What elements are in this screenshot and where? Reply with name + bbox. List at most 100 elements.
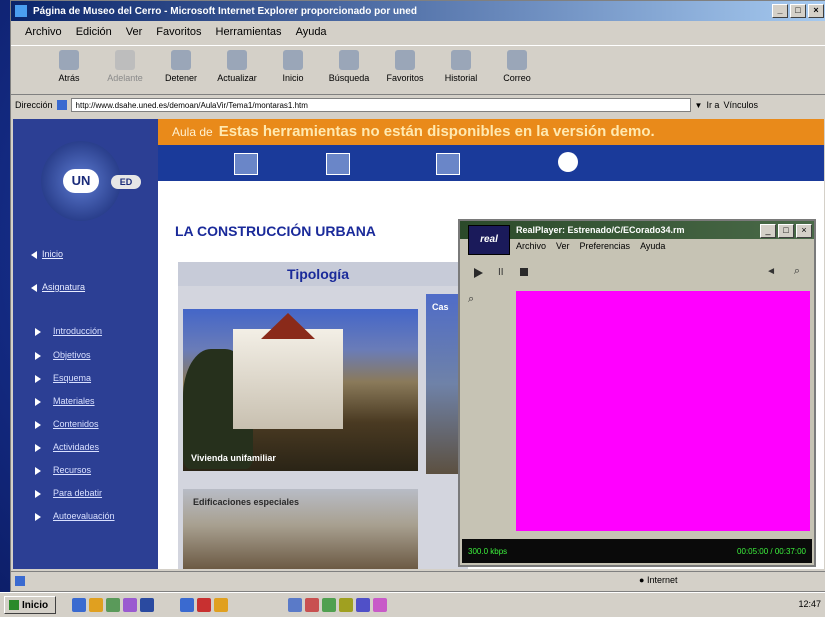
nav-item-contenidos[interactable]: Contenidos <box>35 419 99 429</box>
nav-link-inicio[interactable]: Inicio <box>31 249 63 259</box>
search-button[interactable]: Búsqueda <box>321 46 377 83</box>
favorites-icon <box>395 50 415 70</box>
refresh-button[interactable]: Actualizar <box>209 46 265 83</box>
tray-icon[interactable] <box>305 598 319 612</box>
bullet-arrow-icon <box>35 466 41 475</box>
tray-icon[interactable] <box>322 598 336 612</box>
address-label: Dirección <box>15 100 53 110</box>
menu-ayuda[interactable]: Ayuda <box>296 26 327 38</box>
ie-quicklaunch-icon[interactable] <box>72 598 86 612</box>
address-input[interactable]: http://www.dsahe.uned.es/demoan/AulaVir/… <box>70 98 691 112</box>
rp-menu-archivo[interactable]: Archivo <box>516 241 546 251</box>
realplayer-menu: Archivo Ver Preferencias Ayuda <box>516 241 665 251</box>
history-button[interactable]: Historial <box>433 46 489 83</box>
volume-icon[interactable]: ◄ <box>766 266 776 277</box>
rp-close-button[interactable]: × <box>796 224 812 238</box>
go-button[interactable]: Ir a <box>706 100 719 110</box>
photo-caption: Vivienda unifamiliar <box>191 453 276 463</box>
pause-icon[interactable]: II <box>498 267 504 278</box>
minimize-button[interactable]: _ <box>772 4 788 18</box>
nav-item-esquema[interactable]: Esquema <box>35 373 91 383</box>
menu-favoritos[interactable]: Favoritos <box>156 26 201 38</box>
tray-icon[interactable] <box>288 598 302 612</box>
home-icon <box>283 50 303 70</box>
photo-caption: Cas <box>432 302 449 312</box>
nav-item-materiales[interactable]: Materiales <box>35 396 95 406</box>
mail-icon <box>507 50 527 70</box>
history-icon <box>451 50 471 70</box>
menu-herramientas[interactable]: Herramientas <box>216 26 282 38</box>
logo-ed: ED <box>111 175 141 189</box>
start-button[interactable]: Inicio <box>4 596 56 614</box>
zoom-icon[interactable]: ⌕ <box>794 265 800 278</box>
play-icon[interactable] <box>474 268 483 278</box>
bitrate-text: 300.0 kbps <box>468 546 508 556</box>
banner-text: Estas herramientas no están disponibles … <box>218 123 655 140</box>
page-title: LA CONSTRUCCIÓN URBANA <box>175 223 376 239</box>
stop-icon <box>171 50 191 70</box>
roof-shape <box>261 313 315 339</box>
app-quicklaunch-icon[interactable] <box>123 598 137 612</box>
realplayer-logo: real <box>468 225 510 255</box>
demo-banner: Aula de Estas herramientas no están dispo… <box>158 119 824 145</box>
book-icon[interactable] <box>436 153 460 175</box>
back-button[interactable]: Atrás <box>41 46 97 83</box>
video-area[interactable] <box>516 291 810 531</box>
nav-item-objetivos[interactable]: Objetivos <box>35 350 91 360</box>
bullet-arrow-icon <box>35 327 41 336</box>
menu-bar: Archivo Edición Ver Favoritos Herramient… <box>11 21 825 43</box>
calendar-icon[interactable] <box>234 153 258 175</box>
menu-ver[interactable]: Ver <box>126 26 143 38</box>
clip-info-icon[interactable]: ⌕ <box>468 293 474 306</box>
stop-icon[interactable] <box>520 268 528 276</box>
stop-button[interactable]: Detener <box>153 46 209 83</box>
page-icon <box>56 100 67 110</box>
realplayer-controls: II ◄ ⌕ <box>468 265 806 281</box>
tray-icon[interactable] <box>356 598 370 612</box>
photo-single-family-house[interactable]: Vivienda unifamiliar <box>183 309 418 471</box>
search-icon <box>339 50 359 70</box>
rp-menu-ver[interactable]: Ver <box>556 241 570 251</box>
rp-menu-preferencias[interactable]: Preferencias <box>580 241 631 251</box>
browser-titlebar: Página de Museo del Cerro - Microsoft In… <box>11 1 825 21</box>
home-button[interactable]: Inicio <box>265 46 321 83</box>
dropdown-arrow-icon[interactable]: ▼ <box>695 101 703 110</box>
tool-icon-strip <box>158 145 824 181</box>
status-bar: ● Internet <box>11 571 825 590</box>
links-button[interactable]: Vínculos <box>723 100 758 110</box>
taskbar-window-icon[interactable] <box>197 598 211 612</box>
menu-edicion[interactable]: Edición <box>76 26 112 38</box>
photo-special-buildings[interactable]: Edificaciones especiales <box>183 489 418 569</box>
nav-item-para-debatir[interactable]: Para debatir <box>35 488 102 498</box>
internet-zone: ● Internet <box>639 575 678 585</box>
clock-icon[interactable] <box>558 152 578 172</box>
app-quicklaunch-icon[interactable] <box>140 598 154 612</box>
nav-item-autoevaluacion[interactable]: Autoevaluación <box>35 511 115 521</box>
close-button[interactable]: × <box>808 4 824 18</box>
nav-item-introduccion[interactable]: Introducción <box>35 326 102 336</box>
rp-menu-ayuda[interactable]: Ayuda <box>640 241 665 251</box>
app-quicklaunch-icon[interactable] <box>106 598 120 612</box>
mail-button[interactable]: Correo <box>489 46 545 83</box>
browser-toolbar: Atrás Adelante Detener Actualizar Inicio… <box>11 45 825 95</box>
ie-icon <box>15 5 27 17</box>
nav-link-asignatura[interactable]: Asignatura <box>31 282 85 292</box>
nav-item-recursos[interactable]: Recursos <box>35 465 91 475</box>
pages-icon[interactable] <box>326 153 350 175</box>
nav-item-actividades[interactable]: Actividades <box>35 442 99 452</box>
folder-quicklaunch-icon[interactable] <box>89 598 103 612</box>
back-arrow-icon <box>59 50 79 70</box>
rp-maximize-button[interactable]: □ <box>778 224 794 238</box>
maximize-button[interactable]: □ <box>790 4 806 18</box>
favorites-button[interactable]: Favoritos <box>377 46 433 83</box>
left-arrow-icon <box>31 250 37 259</box>
taskbar-window-icon[interactable] <box>180 598 194 612</box>
taskbar-window-icon[interactable] <box>214 598 228 612</box>
tray-icon[interactable] <box>373 598 387 612</box>
forward-button[interactable]: Adelante <box>97 46 153 83</box>
menu-archivo[interactable]: Archivo <box>25 26 62 38</box>
tray-icon[interactable] <box>339 598 353 612</box>
section-title: Tipología <box>178 262 458 286</box>
realplayer-window: RealPlayer: Estrenado/C/ECorado34.rm _ □… <box>458 219 816 567</box>
rp-minimize-button[interactable]: _ <box>760 224 776 238</box>
